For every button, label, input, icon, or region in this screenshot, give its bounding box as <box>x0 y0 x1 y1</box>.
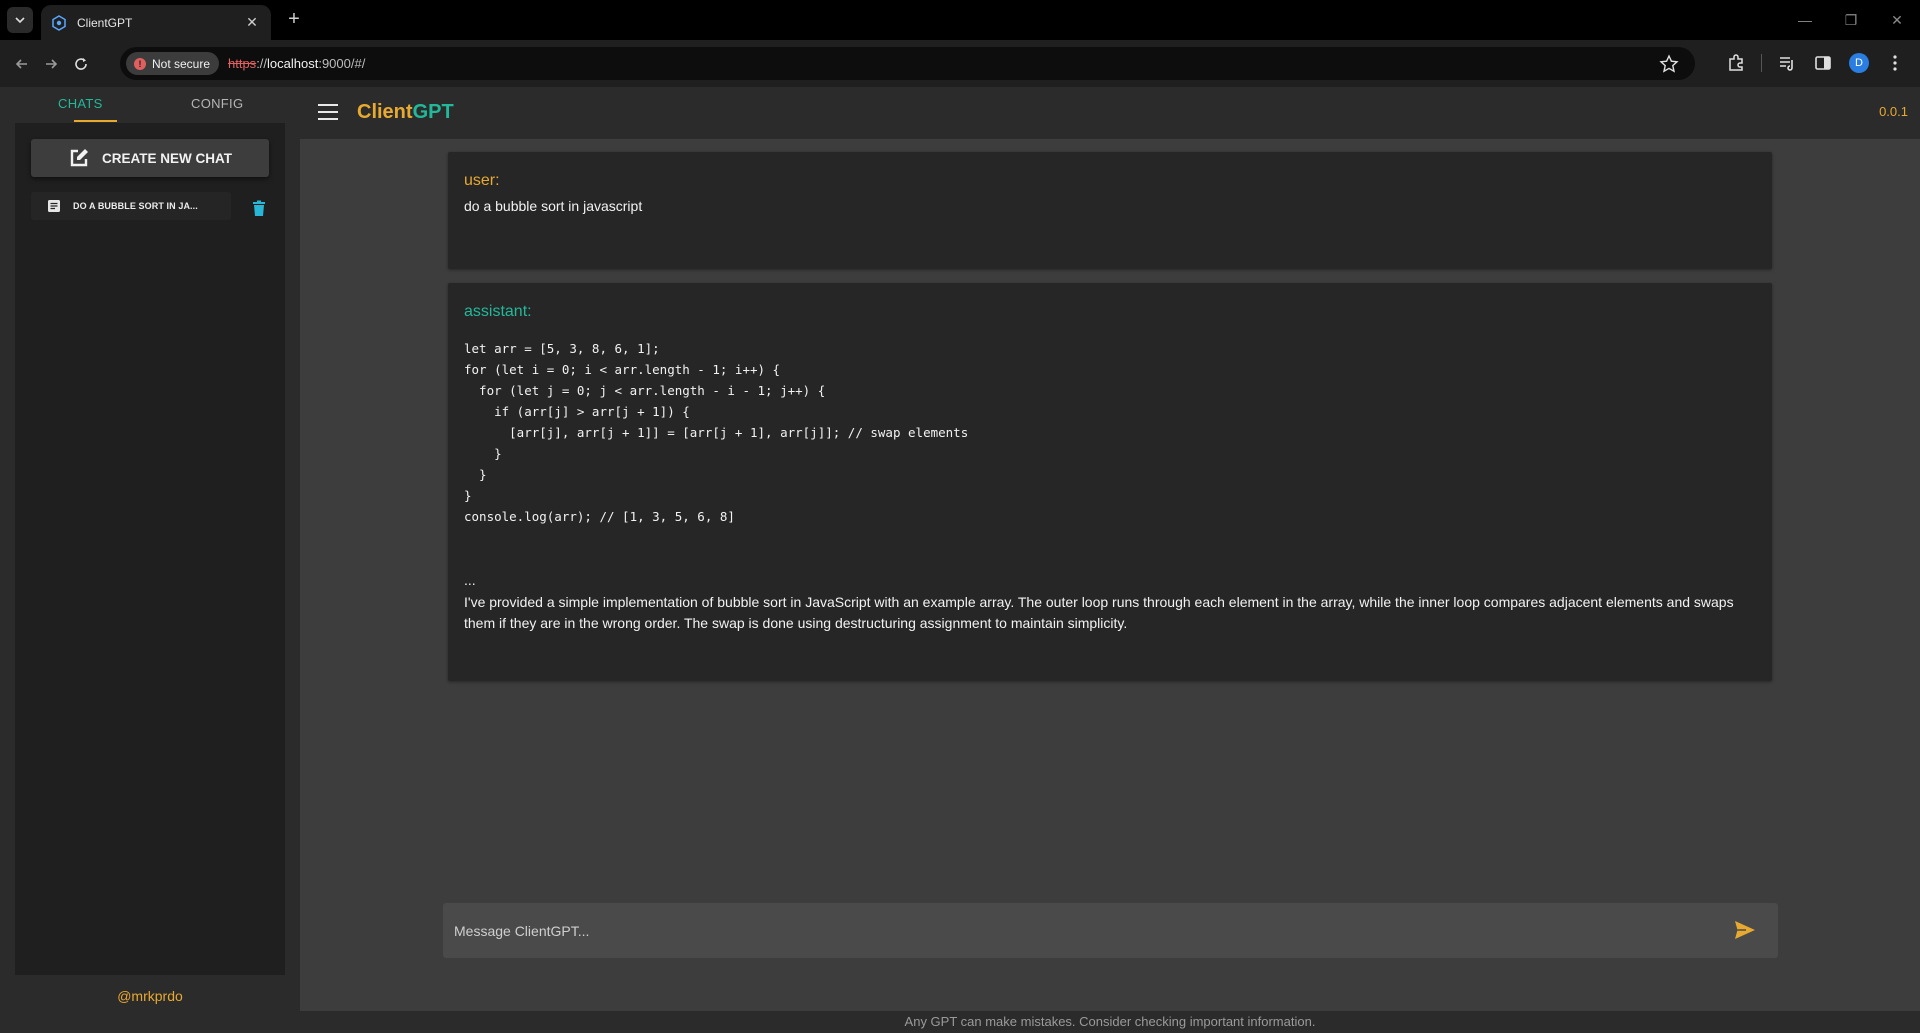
tab-config[interactable]: CONFIG <box>191 96 243 111</box>
close-window-icon[interactable]: ✕ <box>1874 0 1920 40</box>
security-chip[interactable]: ! Not secure <box>126 52 220 75</box>
brand-part-gpt: GPT <box>412 101 454 123</box>
url-scheme: https <box>228 56 257 71</box>
minimize-icon[interactable]: — <box>1782 0 1828 40</box>
app-root: CHATS CONFIG CREATE NEW CHAT DO A BUBBLE… <box>0 87 1920 1033</box>
chat-list-panel: CREATE NEW CHAT DO A BUBBLE SORT IN JA..… <box>15 123 285 975</box>
user-message-card: user: do a bubble sort in javascript <box>448 152 1772 269</box>
warning-icon: ! <box>134 57 146 70</box>
browser-tab-strip: ClientGPT ✕ + — ❐ ✕ <box>0 0 1920 40</box>
browser-tab[interactable]: ClientGPT ✕ <box>41 5 271 40</box>
menu-icon[interactable] <box>318 104 338 120</box>
user-role-label: user: <box>464 172 500 189</box>
sidebar: CHATS CONFIG CREATE NEW CHAT DO A BUBBLE… <box>0 87 300 1033</box>
delete-chat-icon[interactable] <box>252 200 266 216</box>
disclaimer-footer: Any GPT can make mistakes. Consider chec… <box>300 1011 1920 1033</box>
tab-chats[interactable]: CHATS <box>58 96 103 111</box>
send-icon[interactable] <box>1734 920 1756 940</box>
chat-title: DO A BUBBLE SORT IN JA... <box>73 201 198 211</box>
assistant-explanation-text: I've provided a simple implementation of… <box>464 594 1734 631</box>
toolbar-divider <box>1761 54 1762 72</box>
back-icon[interactable] <box>9 51 35 77</box>
extensions-icon[interactable] <box>1725 52 1747 74</box>
chevron-down-icon <box>15 17 25 24</box>
app-favicon-icon <box>52 14 66 31</box>
user-message-text: do a bubble sort in javascript <box>464 198 643 214</box>
profile-initial: D <box>1849 53 1869 73</box>
edit-square-icon <box>70 149 88 167</box>
create-new-chat-label: CREATE NEW CHAT <box>102 150 232 166</box>
chat-list-item[interactable]: DO A BUBBLE SORT IN JA... <box>31 192 231 220</box>
app-title: ClientGPT <box>357 101 454 124</box>
author-handle[interactable]: @mrkprdo <box>0 975 300 1004</box>
profile-avatar[interactable]: D <box>1848 52 1870 74</box>
bookmark-star-icon[interactable] <box>1659 54 1679 74</box>
media-controls-icon[interactable] <box>1776 52 1798 74</box>
more-menu-icon[interactable] <box>1884 52 1906 74</box>
forward-icon[interactable] <box>38 51 64 77</box>
assistant-message-card: assistant: let arr = [5, 3, 8, 6, 1]; fo… <box>448 283 1772 681</box>
security-label: Not secure <box>152 56 211 71</box>
sidebar-tabs: CHATS CONFIG <box>15 87 285 123</box>
code-block: let arr = [5, 3, 8, 6, 1]; for (let i = … <box>464 341 969 524</box>
document-icon <box>48 200 60 212</box>
restore-icon[interactable]: ❐ <box>1828 0 1874 40</box>
app-header: ClientGPT 0.0.1 <box>300 87 1920 139</box>
new-tab-icon[interactable]: + <box>282 8 306 32</box>
create-new-chat-button[interactable]: CREATE NEW CHAT <box>31 139 269 177</box>
active-tab-indicator <box>74 120 117 122</box>
reload-icon[interactable] <box>68 51 94 77</box>
address-bar[interactable]: ! Not secure https://localhost:9000/#/ <box>120 47 1695 80</box>
url-path: :9000/#/ <box>318 56 366 71</box>
code-fence-remnant: ... <box>464 572 476 588</box>
version-label: 0.0.1 <box>1879 104 1908 119</box>
brand-part-client: Client <box>357 101 413 123</box>
browser-toolbar: ! Not secure https://localhost:9000/#/ D <box>0 40 1920 87</box>
tab-search-button[interactable] <box>7 7 33 33</box>
url-text[interactable]: https://localhost:9000/#/ <box>228 56 365 71</box>
assistant-role-label: assistant: <box>464 303 532 320</box>
url-separator: :// <box>256 56 268 71</box>
tab-close-icon[interactable]: ✕ <box>243 14 261 31</box>
side-panel-icon[interactable] <box>1812 52 1834 74</box>
url-host: localhost <box>267 56 319 71</box>
message-input[interactable] <box>454 903 1714 958</box>
message-composer <box>443 903 1778 958</box>
tab-title: ClientGPT <box>77 15 133 30</box>
